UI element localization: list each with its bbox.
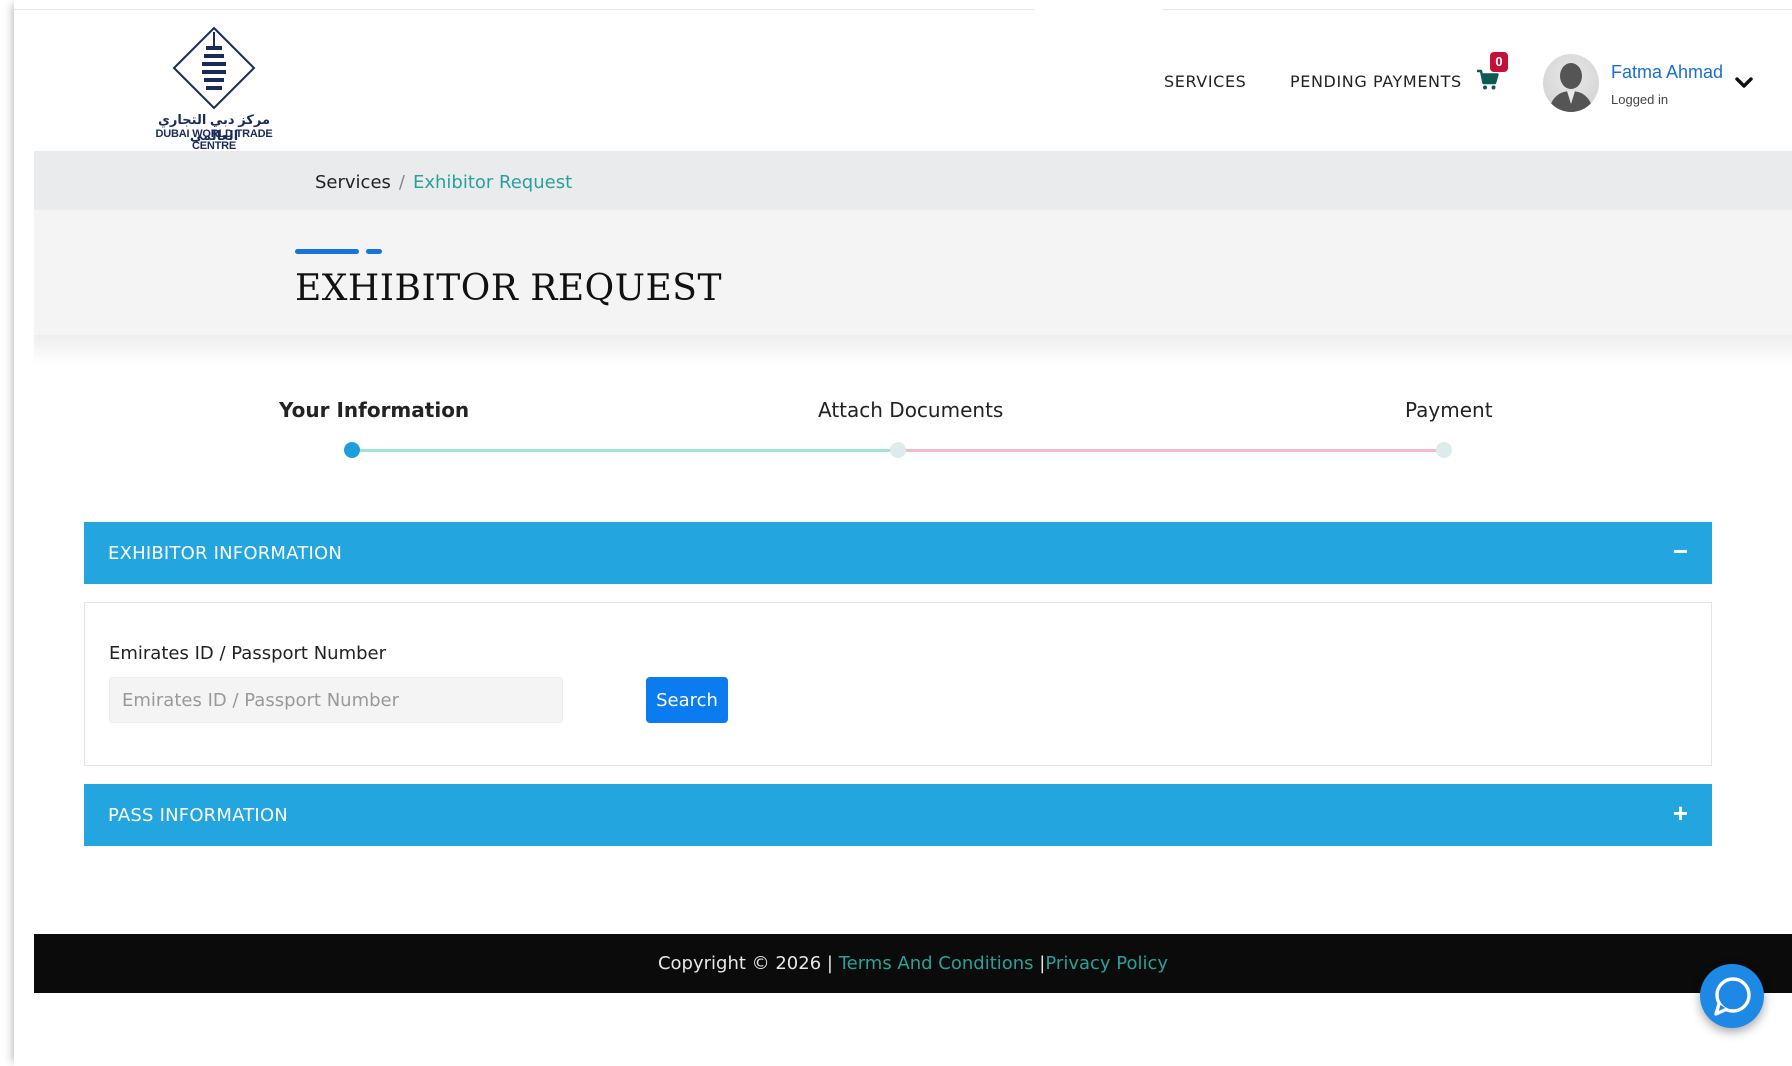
site-footer: Copyright © 2026 | Terms And Conditions … (34, 934, 1792, 993)
user-avatar[interactable] (1543, 54, 1599, 112)
search-button[interactable]: Search (646, 677, 728, 723)
step-2-indicator (890, 442, 906, 458)
breadcrumb-item-current: Exhibitor Request (412, 172, 573, 193)
panel-title: PASS INFORMATION (108, 805, 288, 826)
chat-button[interactable] (1700, 964, 1764, 1028)
step-payment: Payment (1405, 398, 1493, 422)
expand-icon[interactable]: + (1673, 798, 1688, 829)
user-name[interactable]: Fatma Ahmad (1611, 62, 1723, 83)
exhibitor-information-header[interactable]: EXHIBITOR INFORMATION − (84, 522, 1712, 584)
step-3-indicator (1436, 442, 1452, 458)
step-attach-documents: Attach Documents (818, 398, 1004, 422)
emirates-id-label: Emirates ID / Passport Number (109, 643, 387, 664)
breadcrumb-item-services[interactable]: Services (315, 172, 391, 193)
terms-link[interactable]: Terms And Conditions (839, 953, 1034, 974)
pass-information-header[interactable]: PASS INFORMATION + (84, 784, 1712, 846)
site-header (34, 10, 1792, 151)
step-progress-line-complete (352, 449, 898, 452)
chat-bubble-icon (1714, 977, 1751, 1016)
title-accent-bar (295, 249, 359, 254)
privacy-link[interactable]: Privacy Policy (1045, 953, 1168, 974)
person-silhouette-icon (1549, 63, 1593, 112)
title-banner-shadow (34, 335, 1792, 365)
copyright-text: Copyright © 2026 | (657, 953, 833, 974)
page-title: EXHIBITOR REQUEST (295, 268, 722, 309)
exhibitor-information-body: Emirates ID / Passport Number Search (84, 602, 1712, 766)
panel-title: EXHIBITOR INFORMATION (108, 543, 342, 564)
step-1-indicator (344, 442, 360, 458)
title-accent-dot (366, 249, 382, 254)
cart-count-badge: 0 (1490, 52, 1508, 72)
dwtc-logo[interactable]: مركز دبي التجاري العالمي DUBAI WORLD TRA… (134, 24, 294, 152)
breadcrumb-bar (34, 151, 1792, 210)
nav-pending-payments-link[interactable]: PENDING PAYMENTS (1290, 72, 1462, 91)
logo-english-text: DUBAI WORLD TRADE CENTRE (155, 128, 273, 152)
collapse-icon[interactable]: − (1673, 536, 1688, 567)
step-your-information: Your Information (279, 398, 470, 422)
breadcrumb: Services / Exhibitor Request (315, 172, 572, 193)
breadcrumb-separator: / (398, 172, 405, 193)
footer-text: Copyright © 2026 | Terms And Conditions … (34, 953, 1792, 974)
chevron-down-icon[interactable] (1734, 76, 1754, 90)
emirates-id-input[interactable] (109, 677, 563, 723)
logo-emblem-icon (172, 26, 256, 110)
nav-services-link[interactable]: SERVICES (1164, 72, 1246, 91)
step-progress-line-pending (898, 449, 1444, 452)
user-status: Logged in (1611, 92, 1669, 107)
